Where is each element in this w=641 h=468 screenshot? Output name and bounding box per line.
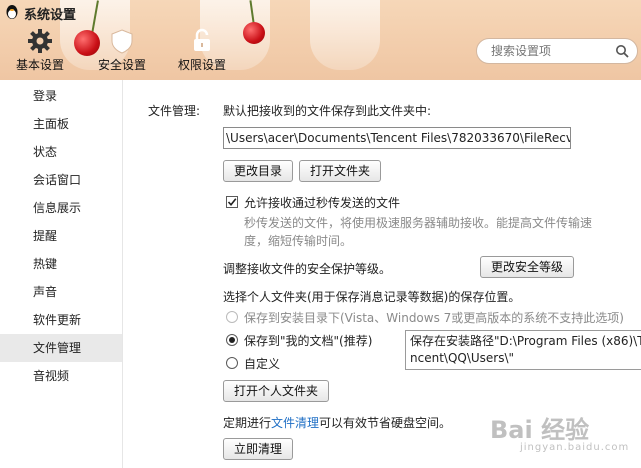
radio-install-dir[interactable]: [226, 311, 238, 323]
tab-basic-settings[interactable]: 基本设置: [14, 28, 66, 78]
watermark-text: Bai 经验: [490, 416, 590, 444]
default-save-text: 默认把接收到的文件保存到此文件夹中:: [223, 104, 432, 118]
sidebar-item-info-display[interactable]: 信息展示: [0, 194, 122, 222]
open-personal-folder-button[interactable]: 打开个人文件夹: [223, 380, 330, 402]
sidebar-item-file-management[interactable]: 文件管理: [0, 334, 122, 362]
sidebar-item-login[interactable]: 登录: [0, 82, 122, 110]
sidebar-item-chat-window[interactable]: 会话窗口: [0, 166, 122, 194]
title-bar: 系统设置 基本设置 安全设置 权限设置 搜索设置项: [0, 0, 641, 80]
search-box[interactable]: [476, 38, 638, 64]
save-path-field[interactable]: \Users\acer\Documents\Tencent Files\7820…: [223, 127, 571, 149]
cleanup-prefix: 定期进行: [223, 416, 272, 430]
tab-security-settings-label: 安全设置: [97, 58, 146, 72]
decoration-glass: [310, 0, 380, 70]
checkmark-icon: [227, 198, 237, 207]
sidebar-item-software-update[interactable]: 软件更新: [0, 306, 122, 334]
tab-permission-settings[interactable]: 权限设置: [176, 28, 228, 78]
watermark-sub: jingyan.baidu.com: [520, 442, 630, 453]
lock-icon: [194, 28, 210, 51]
clean-now-button[interactable]: 立即清理: [223, 438, 294, 460]
radio-custom-label[interactable]: 自定义: [244, 355, 280, 372]
change-directory-button[interactable]: 更改目录: [223, 160, 294, 182]
save-path-tooltip: 保存在安装路径"D:\Program Files (x86)\T ncent\Q…: [405, 330, 641, 370]
section-label: 文件管理:: [148, 104, 201, 118]
cleanup-text: 定期进行文件清理可以有效节省硬盘空间。: [223, 414, 451, 431]
gear-icon: [28, 29, 52, 53]
radio-custom[interactable]: [226, 357, 238, 369]
tooltip-line1: 保存在安装路径"D:\Program Files (x86)\T: [410, 334, 641, 348]
cleanup-suffix: 可以有效节省硬盘空间。: [319, 416, 452, 430]
allow-fast-transfer-label[interactable]: 允许接收通过秒传发送的文件: [244, 194, 400, 211]
personal-folder-text: 选择个人文件夹(用于保存消息记录等数据)的保存位置。: [223, 290, 521, 304]
decoration-cherry: [243, 22, 265, 44]
tab-security-settings[interactable]: 安全设置: [96, 28, 148, 78]
search-input[interactable]: [489, 39, 613, 63]
search-icon[interactable]: [615, 44, 629, 58]
sidebar-item-main-panel[interactable]: 主面板: [0, 110, 122, 138]
sidebar-item-reminders[interactable]: 提醒: [0, 222, 122, 250]
fast-transfer-desc-line1: 秒传发送的文件，将使用极速服务器辅助接收。能提高文件传输速: [244, 216, 593, 230]
fast-transfer-desc-line2: 度，缩短传输时间。: [244, 234, 353, 248]
sidebar-item-audio-video[interactable]: 音视频: [0, 362, 122, 390]
sidebar-item-sound[interactable]: 声音: [0, 278, 122, 306]
change-security-level-button[interactable]: 更改安全等级: [480, 256, 575, 278]
radio-my-documents-label[interactable]: 保存到"我的文档"(推荐): [244, 332, 372, 349]
open-folder-button[interactable]: 打开文件夹: [299, 160, 382, 182]
window-title: 系统设置: [24, 8, 77, 23]
tooltip-line2: ncent\QQ\Users\": [410, 351, 515, 365]
baidu-jingyan-watermark: Bai 经验 jingyan.baidu.com: [490, 410, 640, 460]
shield-icon: [111, 29, 133, 54]
radio-install-dir-label: 保存到安装目录下(Vista、Windows 7或更高版本的系统不支持此选项): [244, 311, 624, 325]
security-level-text: 调整接收文件的安全保护等级。: [223, 262, 392, 276]
tab-permission-settings-label: 权限设置: [177, 58, 226, 72]
qq-penguin-icon: [6, 5, 18, 19]
tab-basic-settings-label: 基本设置: [15, 58, 64, 72]
sidebar-item-status[interactable]: 状态: [0, 138, 122, 166]
file-cleanup-link[interactable]: 文件清理: [271, 416, 319, 430]
radio-my-documents[interactable]: [226, 334, 238, 346]
sidebar-item-hotkeys[interactable]: 热键: [0, 250, 122, 278]
allow-fast-transfer-checkbox[interactable]: [226, 196, 238, 208]
sidebar: 登录 主面板 状态 会话窗口 信息展示 提醒 热键 声音 软件更新 文件管理 音…: [0, 80, 123, 468]
